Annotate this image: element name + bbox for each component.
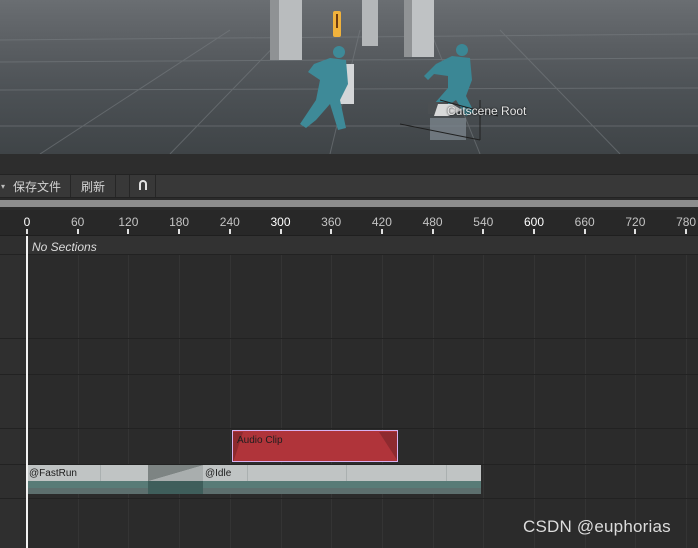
ruler-tick (76, 229, 79, 234)
ruler-label: 780 (676, 215, 697, 229)
ruler-tick (533, 229, 535, 234)
timeline-toolbar: ▾ 保存文件 刷新 (0, 174, 698, 198)
track-gutter (0, 236, 27, 548)
grid-line (179, 236, 181, 548)
clip-band (203, 481, 481, 488)
ruler-label: 60 (71, 215, 85, 229)
row-divider (0, 498, 698, 499)
ruler-label: 540 (473, 215, 494, 229)
grid-line (280, 236, 282, 548)
grid-line (128, 236, 130, 548)
fastrun-clip-label: @FastRun (29, 468, 77, 479)
clip-band (203, 488, 481, 494)
refresh-button[interactable]: 刷新 (71, 175, 117, 197)
ruler-label: 360 (321, 215, 342, 229)
blend-curve (148, 465, 203, 494)
scrollbar-thumb[interactable] (0, 200, 698, 207)
ruler-label: 300 (270, 215, 291, 229)
scene-viewport[interactable]: Cutscene Root (0, 0, 698, 154)
clip-divider (100, 465, 101, 481)
grid-line (229, 236, 231, 548)
grid-line (635, 236, 637, 548)
ruler-tick (482, 229, 485, 234)
ruler-tick (279, 229, 282, 234)
clip-band (27, 488, 149, 494)
save-file-button[interactable]: 保存文件 (10, 175, 72, 197)
ruler-tick (431, 229, 434, 234)
ruler-label: 120 (118, 215, 139, 229)
ruler-label: 660 (574, 215, 595, 229)
scene-footer (0, 154, 698, 174)
row-divider (0, 374, 698, 375)
scene-render (0, 0, 698, 154)
no-sections-label: No Sections (32, 240, 97, 254)
grid-line (686, 236, 688, 548)
ruler-label: 180 (169, 215, 190, 229)
blend-region[interactable] (148, 465, 203, 494)
clip-divider (346, 465, 347, 481)
toolbar-separator (116, 175, 131, 197)
grid-line (432, 236, 434, 548)
ruler-label: 420 (371, 215, 392, 229)
snap-toggle-button[interactable] (130, 175, 157, 197)
ruler-tick (330, 229, 333, 234)
ruler-tick (228, 229, 231, 234)
idle-clip[interactable]: @Idle (203, 465, 481, 494)
ruler-label: 240 (219, 215, 240, 229)
magnet-icon (137, 179, 149, 194)
idle-clip-label: @Idle (205, 468, 232, 479)
ruler-label: 720 (625, 215, 646, 229)
grid-line (483, 236, 485, 548)
ruler-tick (127, 229, 130, 234)
grid-line (77, 236, 79, 548)
grid-line (534, 236, 535, 548)
clip-divider (446, 465, 447, 481)
grid-line (584, 236, 586, 548)
fastrun-clip[interactable]: @FastRun (27, 465, 149, 494)
ruler-label: 0 (23, 215, 31, 229)
ruler-tick (583, 229, 586, 234)
audio-clip-label: Audio Clip (237, 435, 283, 446)
grid-line (381, 236, 383, 548)
menu-dropdown-icon[interactable]: ▾ (0, 175, 10, 197)
row-divider (0, 254, 698, 255)
ruler-label: 600 (523, 215, 545, 229)
clip-divider (247, 465, 248, 481)
audio-clip[interactable]: Audio Clip (232, 430, 398, 462)
ruler-tick (380, 229, 383, 234)
row-divider (0, 338, 698, 339)
sections-row (27, 236, 698, 254)
cutscene-root-label: Cutscene Root (447, 104, 527, 118)
ruler-label: 480 (422, 215, 443, 229)
track-area[interactable]: No Sections Audio Clip @FastRun @Idle (0, 236, 698, 548)
ruler-tick (634, 229, 637, 234)
time-ruler[interactable]: 0 60 120 180 240 300 360 420 480 540 600 660 720 780 (0, 210, 698, 236)
ruler-tick (26, 229, 28, 234)
clip-band (27, 481, 149, 488)
grid-line (331, 236, 333, 548)
playhead[interactable] (26, 236, 28, 548)
ruler-tick (685, 229, 688, 234)
watermark: CSDN @euphorias (523, 517, 671, 536)
horizontal-scrollbar[interactable] (0, 198, 698, 210)
ruler-tick (178, 229, 181, 234)
row-divider (0, 428, 698, 429)
